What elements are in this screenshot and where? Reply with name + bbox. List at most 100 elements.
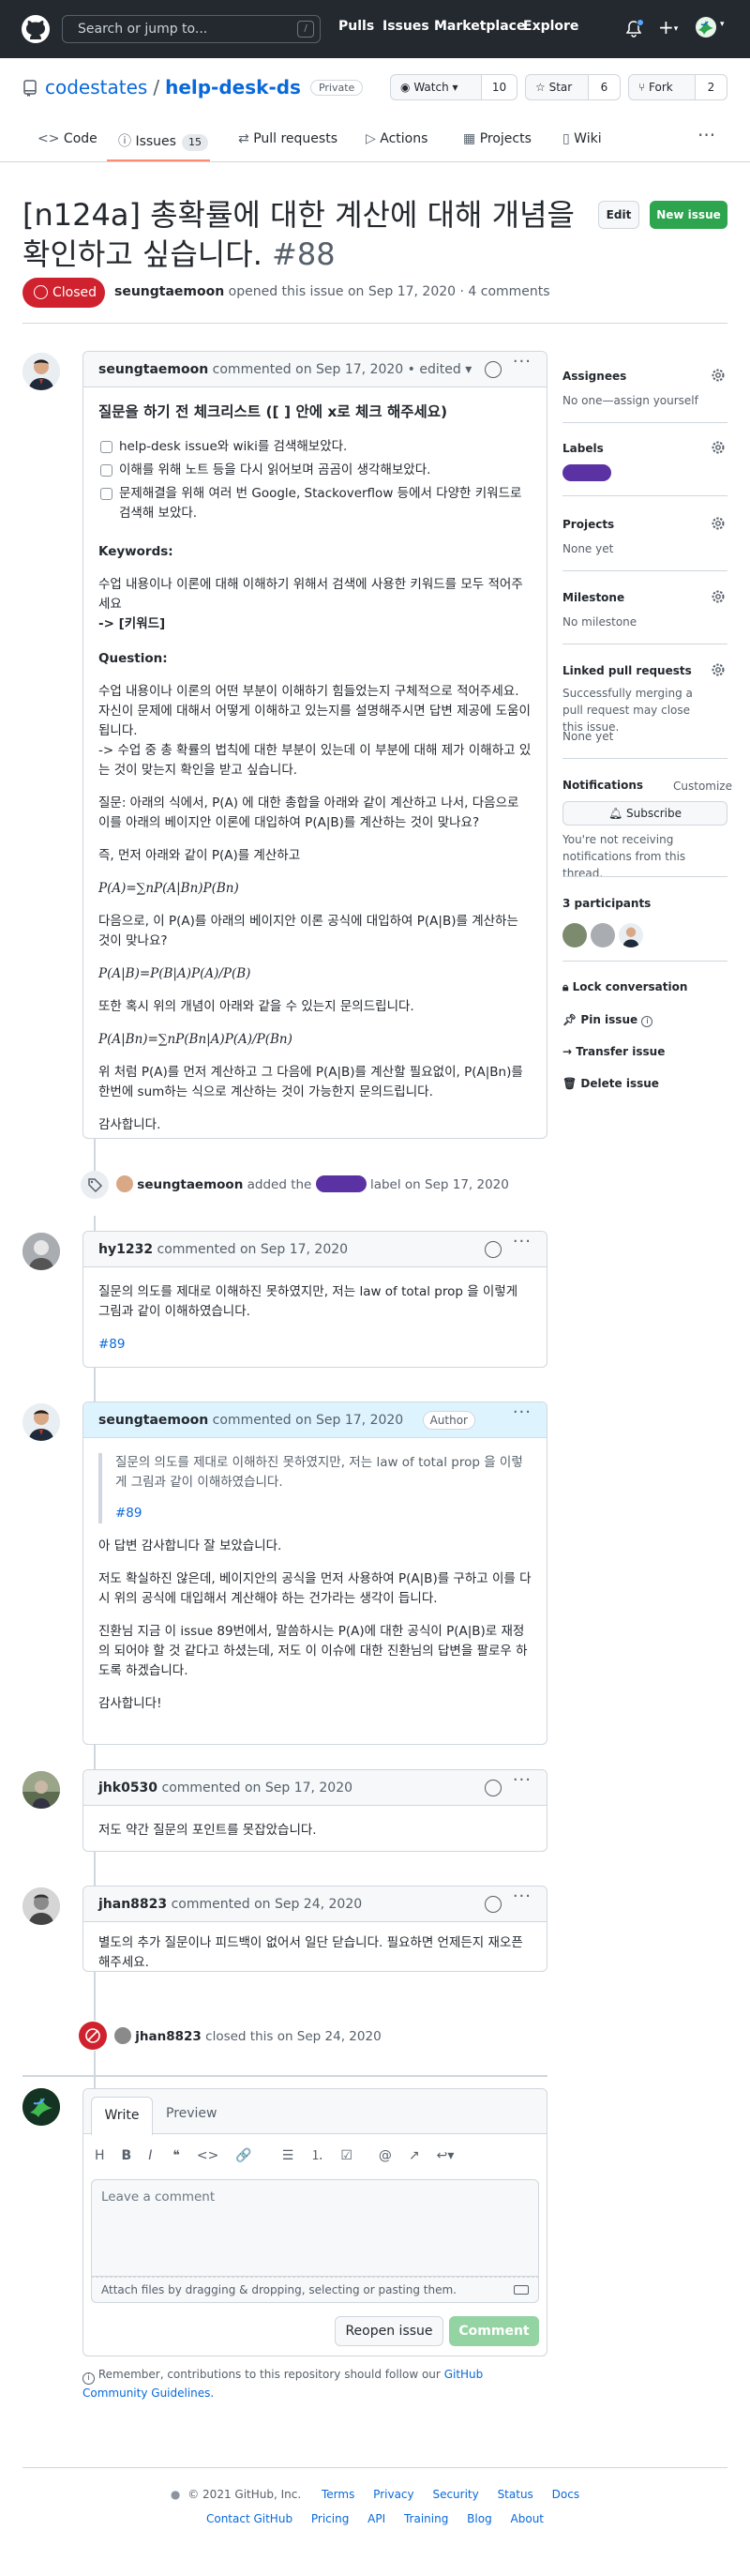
github-mark-icon[interactable]: ●: [171, 2488, 180, 2501]
issue-author-link[interactable]: seungtaemoon: [114, 284, 224, 299]
avatar[interactable]: [22, 1233, 60, 1270]
customize-link[interactable]: Customize: [673, 778, 732, 795]
plus-icon[interactable]: +▾: [658, 17, 678, 39]
smiley-icon[interactable]: [485, 361, 502, 378]
event-author-link[interactable]: seungtaemoon: [137, 1177, 243, 1192]
bullet-list-icon[interactable]: ☰: [282, 2148, 294, 2163]
edit-button[interactable]: Edit: [598, 201, 639, 229]
footer-link-docs[interactable]: Docs: [552, 2488, 579, 2501]
avatar[interactable]: [22, 1403, 60, 1441]
link-icon[interactable]: 🔗: [235, 2148, 251, 2163]
nav-explore[interactable]: Explore: [523, 19, 578, 34]
footer-link-status[interactable]: Status: [498, 2488, 533, 2501]
footer-link-security[interactable]: Security: [432, 2488, 478, 2501]
watch-button[interactable]: ◉ Watch ▾ 10: [390, 74, 518, 100]
event-author-link[interactable]: jhan8823: [135, 2029, 202, 2044]
kebab-menu-icon[interactable]: ···: [513, 1402, 532, 1422]
comment-button[interactable]: Comment: [449, 2316, 539, 2346]
search-input[interactable]: Search or jump to... /: [62, 15, 321, 43]
fork-button[interactable]: ⑂ Fork 2: [628, 74, 728, 100]
task-list-icon[interactable]: ☑: [340, 2148, 352, 2163]
kebab-menu-icon[interactable]: ···: [513, 1232, 532, 1251]
checkbox[interactable]: [100, 441, 112, 453]
footer-link-terms[interactable]: Terms: [322, 2488, 354, 2501]
avatar[interactable]: [114, 2027, 131, 2044]
footer-link-about[interactable]: About: [511, 2512, 544, 2525]
tab-pull-requests[interactable]: ⇄ Pull requests: [238, 131, 338, 146]
avatar[interactable]: [22, 1887, 60, 1925]
footer-link-privacy[interactable]: Privacy: [373, 2488, 413, 2501]
star-button[interactable]: ☆ Star 6: [525, 74, 621, 100]
smiley-icon[interactable]: [485, 1896, 502, 1913]
reopen-issue-button[interactable]: Reopen issue: [335, 2316, 443, 2346]
assignees-title[interactable]: Assignees: [562, 370, 626, 383]
issue-link[interactable]: #89: [98, 1337, 126, 1352]
attach-bar[interactable]: Attach files by dragging & dropping, sel…: [91, 2277, 539, 2303]
kebab-menu-icon[interactable]: ···: [513, 352, 532, 371]
assignees-text[interactable]: No one—assign yourself: [562, 392, 698, 409]
comment-author-link[interactable]: jhk0530: [98, 1780, 158, 1796]
numbered-list-icon[interactable]: ⒈: [310, 2148, 323, 2163]
avatar[interactable]: [562, 923, 587, 947]
code-icon[interactable]: <>: [197, 2148, 218, 2163]
issue-link[interactable]: #89: [115, 1506, 142, 1521]
italic-icon[interactable]: I: [148, 2148, 152, 2163]
delete-issue-button[interactable]: 🗑︎ Delete issue: [562, 1077, 659, 1090]
nav-pulls[interactable]: Pulls: [338, 19, 374, 34]
linked-prs-title[interactable]: Linked pull requests: [562, 664, 692, 677]
tab-code[interactable]: <> Code: [38, 131, 98, 146]
bell-icon[interactable]: [626, 19, 644, 38]
checkbox[interactable]: [100, 464, 112, 477]
gear-icon[interactable]: [711, 589, 726, 604]
avatar[interactable]: [22, 353, 60, 390]
avatar[interactable]: [22, 1771, 60, 1809]
gear-icon[interactable]: [711, 516, 726, 531]
label-badge[interactable]: [315, 1175, 367, 1192]
footer-link-contact[interactable]: Contact GitHub: [206, 2512, 292, 2525]
nav-issues[interactable]: Issues: [382, 19, 429, 34]
github-logo-icon[interactable]: [21, 14, 51, 44]
comment-textarea[interactable]: Leave a comment: [91, 2179, 539, 2277]
smiley-icon[interactable]: [485, 1780, 502, 1796]
chevron-down-icon[interactable]: ▾: [720, 20, 725, 29]
label-badge[interactable]: [562, 464, 611, 481]
smiley-icon[interactable]: [485, 1241, 502, 1258]
avatar[interactable]: [619, 923, 643, 947]
checkbox[interactable]: [100, 488, 112, 500]
pin-issue-button[interactable]: 📌︎ Pin issue i: [562, 1013, 653, 1027]
comment-author-link[interactable]: seungtaemoon: [98, 362, 208, 377]
avatar[interactable]: [591, 923, 615, 947]
milestone-title[interactable]: Milestone: [562, 591, 624, 604]
kebab-menu-icon[interactable]: ···: [513, 1887, 532, 1906]
heading-icon[interactable]: H: [95, 2148, 105, 2163]
footer-link-training[interactable]: Training: [404, 2512, 448, 2525]
tab-write[interactable]: Write: [91, 2097, 153, 2135]
footer-link-api[interactable]: API: [368, 2512, 385, 2525]
tab-preview[interactable]: Preview: [166, 2106, 218, 2121]
avatar[interactable]: [116, 1175, 133, 1192]
user-avatar[interactable]: [696, 17, 716, 38]
kebab-menu-icon[interactable]: ···: [513, 1770, 532, 1790]
transfer-issue-button[interactable]: → Transfer issue: [562, 1045, 665, 1058]
gear-icon[interactable]: [711, 440, 726, 455]
repo-name-link[interactable]: help-desk-ds: [165, 76, 301, 98]
subscribe-button[interactable]: 🔔︎ Subscribe: [562, 801, 728, 826]
quote-icon[interactable]: ❝: [172, 2148, 180, 2163]
projects-title[interactable]: Projects: [562, 518, 614, 531]
footer-link-pricing[interactable]: Pricing: [311, 2512, 349, 2525]
tab-wiki[interactable]: ▯ Wiki: [562, 131, 602, 146]
comment-author-link[interactable]: jhan8823: [98, 1897, 167, 1912]
reference-icon[interactable]: ↗: [409, 2148, 420, 2163]
lock-conversation-button[interactable]: 🔒︎ Lock conversation: [562, 980, 687, 994]
user-avatar[interactable]: [22, 2088, 60, 2126]
mention-icon[interactable]: @: [379, 2148, 392, 2163]
comment-author-link[interactable]: hy1232: [98, 1242, 153, 1257]
new-issue-button[interactable]: New issue: [650, 201, 728, 229]
nav-marketplace[interactable]: Marketplace: [434, 19, 525, 34]
labels-title[interactable]: Labels: [562, 442, 604, 455]
footer-link-blog[interactable]: Blog: [467, 2512, 492, 2525]
comment-author-link[interactable]: seungtaemoon: [98, 1413, 208, 1428]
gear-icon[interactable]: [711, 662, 726, 677]
bold-icon[interactable]: B: [122, 2148, 132, 2163]
repo-owner-link[interactable]: codestates: [45, 76, 147, 98]
